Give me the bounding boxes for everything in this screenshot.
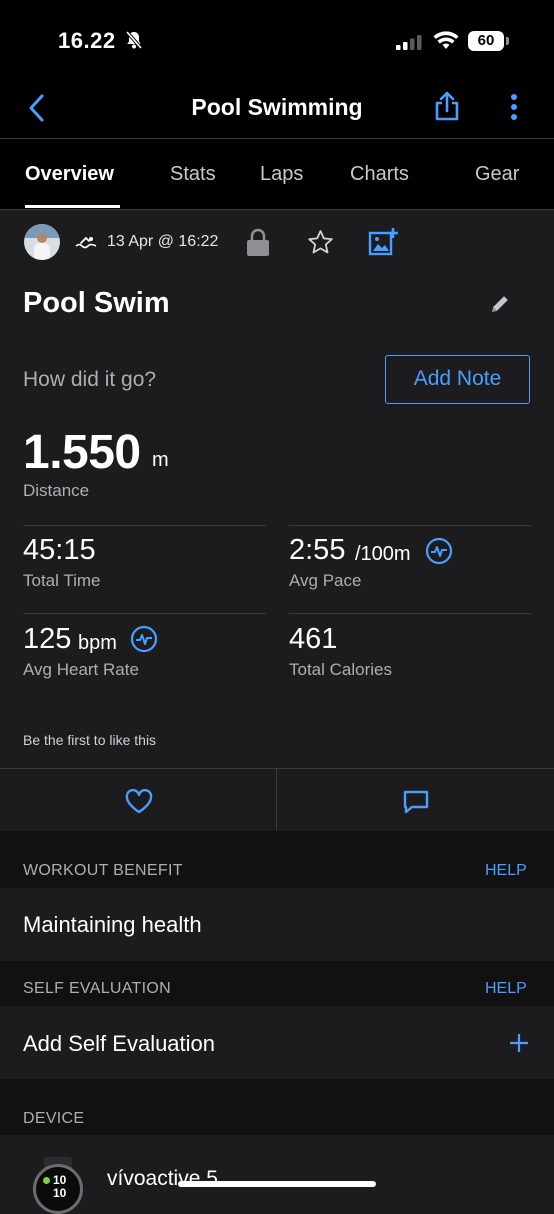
avg-pace-value: 2:55 [289, 534, 346, 566]
home-indicator [178, 1181, 376, 1187]
self-evaluation-header: SELF EVALUATION HELP [0, 961, 554, 1006]
watch-face-dot [43, 1177, 50, 1184]
navigation-bar: Pool Swimming [0, 80, 554, 139]
add-photo-icon[interactable] [368, 226, 400, 256]
avg-pace-label: Avg Pace [289, 571, 362, 590]
workout-benefit-row[interactable]: Maintaining health [0, 888, 554, 961]
more-options-icon[interactable] [508, 93, 520, 123]
section-title: WORKOUT BENEFIT [23, 862, 183, 879]
add-note-button[interactable]: Add Note [385, 355, 530, 404]
avg-heart-rate-value: 125 [23, 623, 72, 655]
chart-pulse-icon[interactable] [425, 537, 453, 565]
watch-face-time: 10 [53, 1173, 67, 1187]
battery-tip [506, 37, 509, 45]
device-name: vívoactive 5 [107, 1167, 218, 1190]
star-icon[interactable] [307, 229, 334, 255]
like-button[interactable] [0, 769, 276, 831]
total-calories-value: 461 [289, 623, 338, 655]
page-title: Pool Swimming [191, 94, 363, 120]
tab-bar: Overview Stats Laps Charts Gear [0, 139, 554, 210]
share-icon[interactable] [433, 90, 461, 122]
section-title: DEVICE [23, 1110, 85, 1127]
total-time-label: Total Time [23, 571, 101, 590]
workout-benefit-help-link[interactable]: HELP [485, 862, 527, 880]
add-self-evaluation-label: Add Self Evaluation [23, 1031, 216, 1056]
likes-text: Be the first to like this [23, 732, 157, 748]
avatar-body [34, 243, 50, 260]
divider [23, 613, 266, 614]
comment-button[interactable] [277, 769, 554, 831]
workout-benefit-value: Maintaining health [23, 912, 202, 937]
status-bar: 16.22 60 [0, 0, 554, 80]
watch-image: 10 10 [33, 1164, 83, 1214]
tab-charts[interactable]: Charts [350, 163, 409, 186]
battery-level: 60 [477, 32, 495, 49]
tab-gear[interactable]: Gear [475, 163, 519, 186]
avg-heart-rate-unit: bpm [78, 632, 117, 654]
status-time: 16.22 [58, 28, 116, 53]
note-prompt: How did it go? [23, 368, 157, 391]
workout-benefit-header: WORKOUT BENEFIT HELP [0, 831, 554, 888]
comment-icon [403, 790, 429, 814]
tab-overview[interactable]: Overview [25, 163, 114, 186]
section-title: SELF EVALUATION [23, 980, 171, 997]
total-calories-label: Total Calories [289, 660, 392, 679]
self-evaluation-help-link[interactable]: HELP [485, 980, 527, 998]
distance-unit: m [152, 449, 169, 471]
tab-stats[interactable]: Stats [170, 163, 216, 186]
watch-face-time: 10 [53, 1186, 67, 1200]
wifi-icon [433, 31, 459, 49]
device-row[interactable]: 10 10 vívoactive 5 [0, 1135, 554, 1214]
divider [289, 525, 531, 526]
heart-icon [125, 789, 153, 814]
avg-heart-rate-label: Avg Heart Rate [23, 660, 139, 679]
avg-pace-unit: /100m [355, 543, 411, 565]
social-actions [0, 768, 554, 832]
add-self-evaluation-row[interactable]: Add Self Evaluation [0, 1006, 554, 1079]
avatar[interactable] [24, 224, 60, 260]
cellular-signal-icon [396, 35, 422, 50]
distance-label: Distance [23, 481, 90, 500]
device-header: DEVICE [0, 1079, 554, 1135]
total-time-value: 45:15 [23, 534, 96, 566]
chart-pulse-icon[interactable] [130, 625, 158, 653]
edit-pencil-icon[interactable] [489, 293, 511, 315]
avatar-head [37, 233, 47, 243]
activity-date: 13 Apr @ 16:22 [107, 233, 219, 250]
distance-value: 1.550 [23, 426, 141, 479]
active-tab-indicator [25, 205, 120, 208]
lock-icon[interactable] [246, 227, 270, 257]
plus-icon[interactable] [509, 1033, 529, 1053]
activity-title: Pool Swim [23, 287, 170, 319]
battery-icon: 60 [468, 31, 504, 51]
tab-laps[interactable]: Laps [260, 163, 303, 186]
divider [23, 525, 266, 526]
divider [289, 613, 531, 614]
swimming-icon [75, 236, 97, 249]
bell-muted-icon [125, 30, 143, 50]
